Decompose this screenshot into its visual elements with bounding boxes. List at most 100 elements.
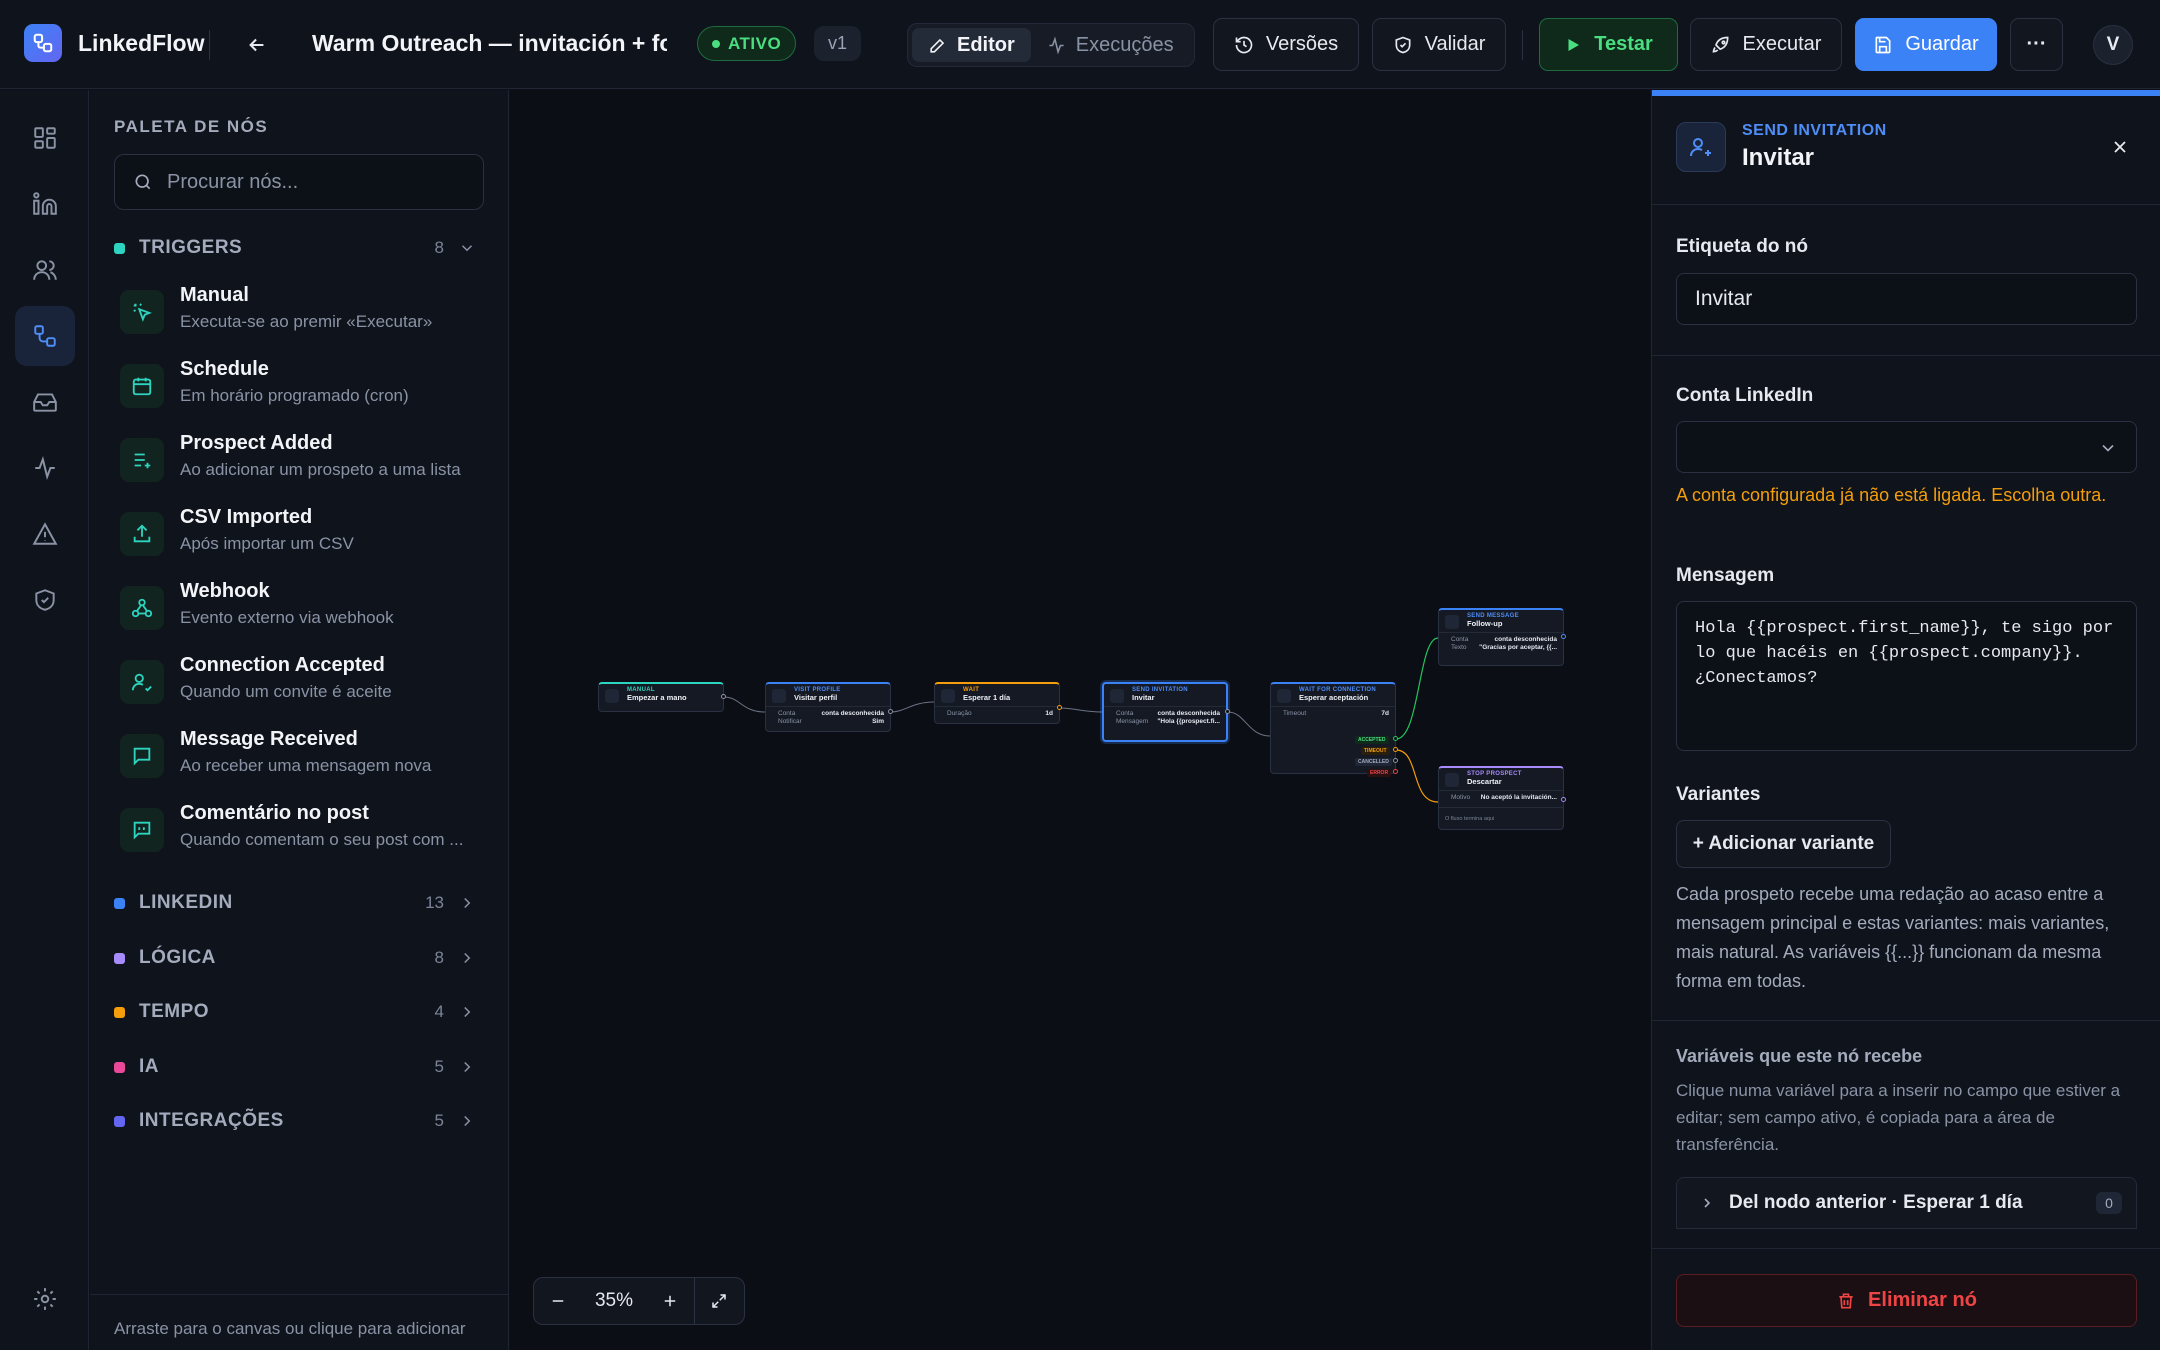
analytics-icon[interactable] <box>15 438 75 498</box>
divider <box>1652 1020 2160 1021</box>
output-port[interactable] <box>1393 769 1398 774</box>
node-title: Manual <box>180 284 249 306</box>
accordion-title: Del nodo anterior · Esperar 1 día <box>1729 1192 2023 1213</box>
row-value: conta desconhecida <box>1494 636 1558 643</box>
output-port[interactable] <box>1561 634 1566 639</box>
workflows-icon[interactable] <box>15 306 75 366</box>
test-button[interactable]: Testar <box>1539 18 1678 71</box>
fit-view-button[interactable] <box>694 1278 742 1324</box>
versions-button[interactable]: Versões <box>1213 18 1359 71</box>
output-port[interactable] <box>888 709 893 714</box>
category-linkedin[interactable]: LINKEDIN 13 <box>114 888 484 918</box>
linkedin-icon[interactable] <box>15 174 75 234</box>
output-port[interactable] <box>1225 709 1230 714</box>
palette-node-schedule[interactable]: Schedule Em horário programado (cron) <box>120 358 480 422</box>
versions-label: Versões <box>1265 33 1339 55</box>
canvas-node-send-invitation[interactable]: SEND INVITATION Invitar Conta conta desco… <box>1102 682 1228 742</box>
palette-node-prospect-added[interactable]: Prospect Added Ao adicionar um prospeto … <box>120 432 480 496</box>
zoom-out-button[interactable] <box>534 1278 582 1324</box>
node-subtitle: Executa-se ao premir «Executar» <box>180 312 433 331</box>
category-triggers[interactable]: TRIGGERS 8 <box>114 233 484 263</box>
eye-icon <box>772 689 786 703</box>
avatar[interactable]: V <box>2093 25 2133 65</box>
palette-node-post-comment[interactable]: Comentário no post Quando comentam o seu… <box>120 802 480 866</box>
node-title: Prospect Added <box>180 432 333 454</box>
palette-node-webhook[interactable]: Webhook Evento externo via webhook <box>120 580 480 644</box>
row-key: Conta <box>1451 636 1469 643</box>
add-variant-button[interactable]: + Adicionar variante <box>1676 820 1891 868</box>
category-time[interactable]: TEMPO 4 <box>114 997 484 1027</box>
inbox-icon[interactable] <box>15 372 75 432</box>
row-value: "Hola {{prospect.fi... <box>1157 718 1220 725</box>
minus-icon <box>552 1300 564 1302</box>
canvas-node-wait-for-connection[interactable]: WAIT FOR CONNECTION Esperar aceptación T… <box>1270 682 1396 777</box>
validate-button[interactable]: Validar <box>1372 18 1506 71</box>
more-button[interactable]: ··· <box>2010 18 2063 71</box>
node-label: Follow-up <box>1467 619 1503 628</box>
divider <box>1652 355 2160 356</box>
node-label: Esperar aceptación <box>1299 693 1369 702</box>
row-value: No aceptó la invitación... <box>1480 794 1557 801</box>
category-integrations[interactable]: INTEGRAÇÕES 5 <box>114 1106 484 1136</box>
webhook-icon <box>120 586 164 630</box>
zoom-in-button[interactable] <box>646 1278 694 1324</box>
canvas-node-wait[interactable]: WAIT Esperar 1 día Duração 1d <box>934 682 1060 724</box>
search-box[interactable] <box>114 154 484 210</box>
message-icon <box>120 734 164 778</box>
tab-executions[interactable]: Execuções <box>1031 28 1190 62</box>
output-port[interactable] <box>1561 797 1566 802</box>
workflow-canvas[interactable]: MANUAL Empezar a mano VISIT PROFILE Visi… <box>510 90 1650 1350</box>
palette-node-csv-imported[interactable]: CSV Imported Após importar um CSV <box>120 506 480 570</box>
output-timeout: TIMEOUT <box>1361 747 1390 755</box>
category-color-icon <box>114 1115 125 1127</box>
category-logic[interactable]: LÓGICA 8 <box>114 943 484 973</box>
row-key: Texto <box>1451 644 1467 651</box>
workflow-title[interactable]: Warm Outreach — invitación + follow-up <box>312 30 667 57</box>
shield-check-icon <box>1395 36 1411 53</box>
node-title: Webhook <box>180 580 270 602</box>
output-port[interactable] <box>1393 736 1398 741</box>
linkedin-account-select[interactable] <box>1676 421 2137 473</box>
message-textarea[interactable]: Hola {{prospect.first_name}}, te sigo po… <box>1676 601 2137 751</box>
palette-node-manual[interactable]: Manual Executa-se ao premir «Executar» <box>120 284 480 348</box>
category-name: LÓGICA <box>139 947 216 968</box>
dashboard-icon[interactable] <box>15 108 75 168</box>
row-key: Conta <box>778 710 796 717</box>
shield-check-icon[interactable] <box>15 570 75 630</box>
output-port[interactable] <box>1057 705 1062 710</box>
variables-accordion[interactable]: Del nodo anterior · Esperar 1 día 0 <box>1676 1177 2137 1229</box>
category-ai[interactable]: IA 5 <box>114 1052 484 1082</box>
list-plus-icon <box>120 438 164 482</box>
run-button[interactable]: Executar <box>1690 18 1842 71</box>
output-port[interactable] <box>1393 747 1398 752</box>
message-caption: Mensagem <box>1676 565 1775 586</box>
tab-editor[interactable]: Editor <box>912 28 1031 62</box>
save-button[interactable]: Guardar <box>1855 18 1997 71</box>
category-name: INTEGRAÇÕES <box>139 1110 284 1131</box>
node-label-input[interactable] <box>1676 273 2137 325</box>
alert-triangle-icon[interactable] <box>15 504 75 564</box>
canvas-node-manual[interactable]: MANUAL Empezar a mano <box>598 682 724 712</box>
category-count: 5 <box>434 1057 444 1076</box>
output-port[interactable] <box>721 694 726 699</box>
delete-node-button[interactable]: Eliminar nó <box>1676 1274 2137 1327</box>
canvas-node-visit-profile[interactable]: VISIT PROFILE Visitar perfil Conta conta … <box>765 682 891 732</box>
users-icon[interactable] <box>15 240 75 300</box>
node-label: Descartar <box>1467 777 1502 786</box>
row-key: Conta <box>1116 710 1134 717</box>
node-title: CSV Imported <box>180 506 313 528</box>
view-tabs: Editor Execuções <box>907 23 1195 67</box>
settings-gear-icon[interactable] <box>15 1269 75 1329</box>
app-logo-icon[interactable] <box>24 24 62 62</box>
search-input[interactable] <box>167 170 467 194</box>
close-icon[interactable] <box>2107 134 2133 160</box>
category-count: 13 <box>425 893 444 912</box>
canvas-node-stop-prospect[interactable]: STOP PROSPECT Descartar Motivo No aceptó … <box>1438 766 1564 830</box>
status-label: ATIVO <box>728 33 782 53</box>
canvas-node-send-message[interactable]: SEND MESSAGE Follow-up Conta conta descon… <box>1438 608 1564 666</box>
variables-help: Clique numa variável para a inserir no c… <box>1676 1081 2121 1154</box>
output-port[interactable] <box>1393 758 1398 763</box>
palette-node-connection-accepted[interactable]: Connection Accepted Quando um convite é … <box>120 654 480 718</box>
back-arrow-icon[interactable] <box>242 30 272 60</box>
palette-node-message-received[interactable]: Message Received Ao receber uma mensagem… <box>120 728 480 792</box>
